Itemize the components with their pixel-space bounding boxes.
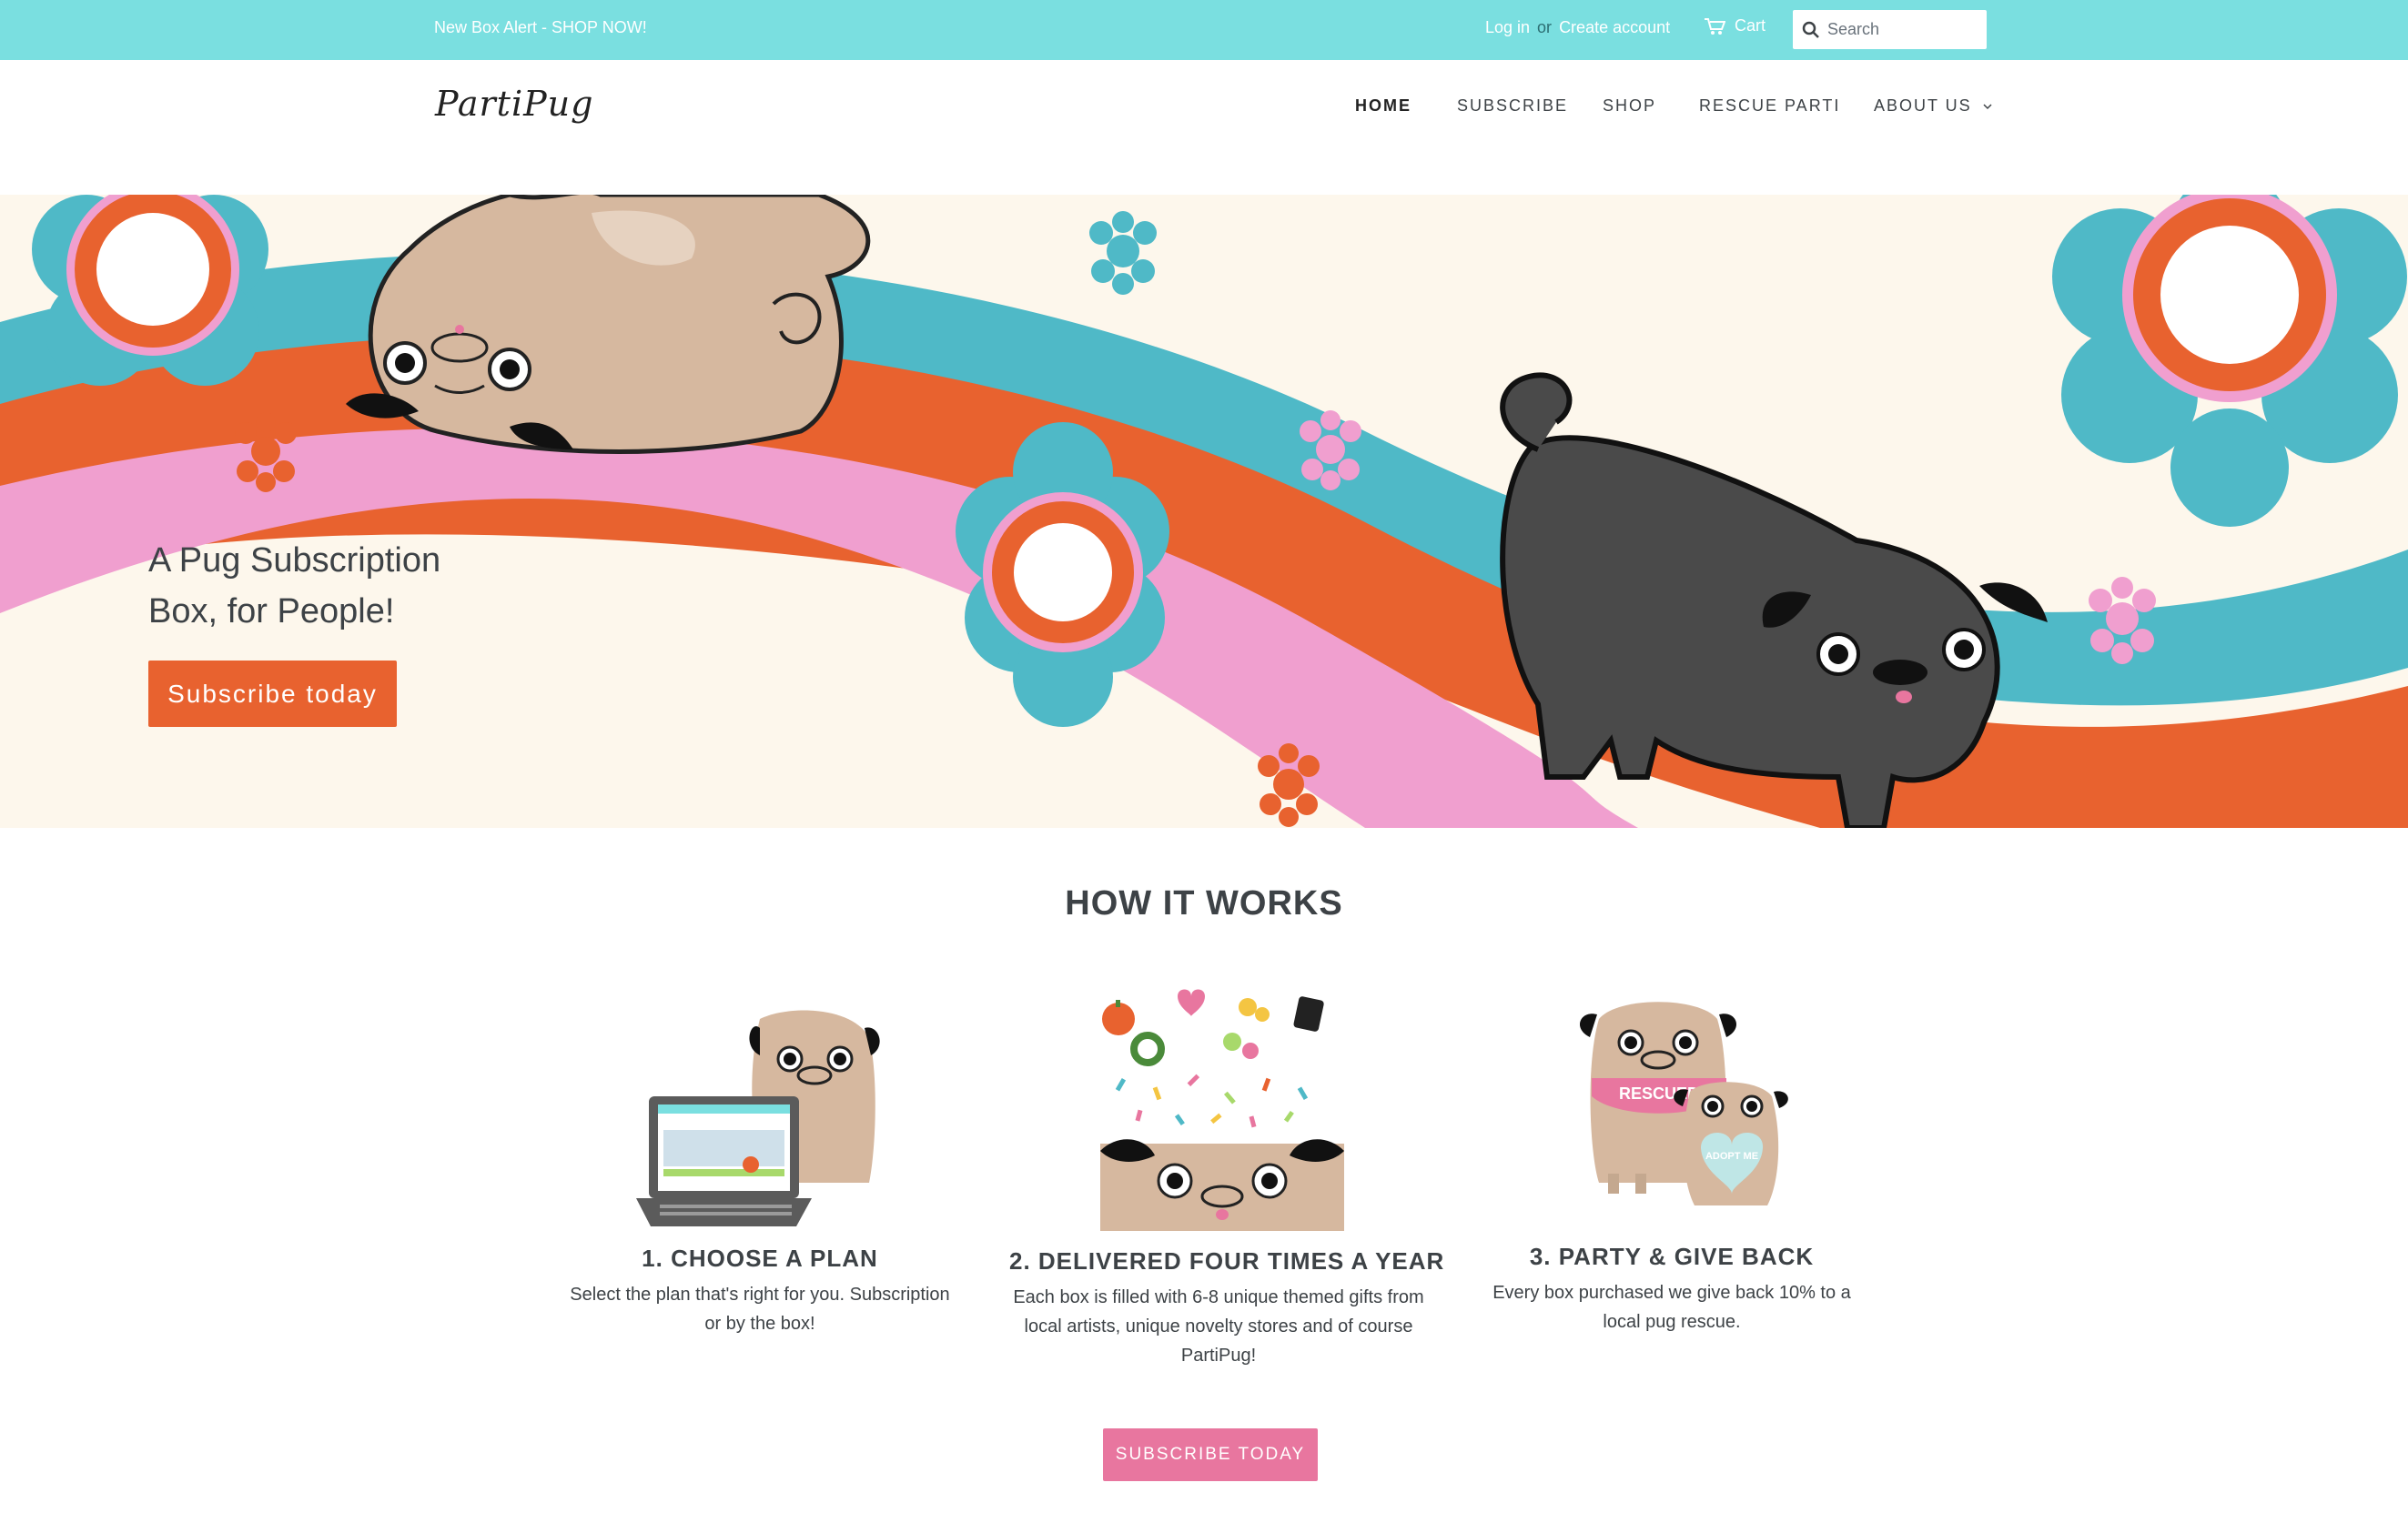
step-1-title: 1. CHOOSE A PLAN [642, 1245, 878, 1272]
step-party-give-back: RESCUED ADOPT ME 3. PARTY & GIVE BACK Ev… [1472, 992, 1872, 1336]
announcement-link[interactable]: New Box Alert - SHOP NOW! [434, 18, 647, 37]
subscribe-today-button[interactable]: Subscribe today [148, 661, 397, 727]
or-text: or [1537, 18, 1553, 36]
chevron-down-icon [1983, 104, 1992, 110]
search-icon[interactable] [1802, 21, 1820, 39]
step-delivered: 2. DELIVERED FOUR TIMES A YEAR Each box … [1009, 987, 1445, 1370]
main-nav: HOME SUBSCRIBE SHOP RESCUE PARTI ABOUT U… [0, 96, 2408, 133]
create-account-link[interactable]: Create account [1559, 18, 1670, 36]
nav-shop[interactable]: SHOP [1603, 96, 1656, 116]
step-choose-plan: 1. CHOOSE A PLAN Select the plan that's … [560, 1001, 960, 1338]
step-1-text: Select the plan that's right for you. Su… [570, 1285, 950, 1334]
nav-about-us[interactable]: ABOUT US [1874, 96, 1993, 116]
how-it-works-title: HOW IT WORKS [1065, 884, 1343, 923]
cart-link[interactable]: Cart [1704, 16, 1766, 35]
account-links: Log in or Create account [1485, 18, 1670, 37]
step-3-title: 3. PARTY & GIVE BACK [1529, 1243, 1815, 1270]
announcement-bar: New Box Alert - SHOP NOW! Log in or Create… [0, 0, 2408, 60]
fawn-pug-illustration [346, 195, 871, 454]
nav-subscribe[interactable]: SUBSCRIBE [1457, 96, 1568, 116]
site-header: PartiPug HOME SUBSCRIBE SHOP RESCUE PART… [0, 60, 2408, 195]
pug-gift-box-icon [1100, 989, 1344, 1231]
rescued-pugs-icon: RESCUED ADOPT ME [1579, 1002, 1788, 1205]
adopt-me-heart: ADOPT ME [1705, 1151, 1758, 1162]
small-flower-teal [1089, 211, 1157, 295]
step-2-text: Each box is filled with 6-8 unique theme… [1013, 1287, 1424, 1366]
hero-title: A Pug Subscription Box, for People! [148, 541, 441, 630]
nav-about-us-label: ABOUT US [1874, 96, 1972, 115]
cart-label: Cart [1735, 16, 1766, 35]
hero-illustration [0, 195, 2408, 828]
subscribe-today-cta-button[interactable]: SUBSCRIBE TODAY [1103, 1428, 1318, 1481]
step-3-text: Every box purchased we give back 10% to … [1492, 1283, 1851, 1332]
step-2-title: 2. DELIVERED FOUR TIMES A YEAR [1009, 1247, 1445, 1275]
rescued-badge: RESCUED [1619, 1084, 1699, 1103]
login-link[interactable]: Log in [1485, 18, 1530, 36]
search-box [1793, 10, 1987, 49]
cart-icon [1705, 17, 1725, 35]
hero-banner: A Pug Subscription Box, for People! Subs… [0, 195, 2408, 828]
pug-laptop-icon [636, 1010, 880, 1226]
search-input[interactable] [1827, 20, 1973, 39]
nav-home[interactable]: HOME [1355, 96, 1411, 116]
flower-top-right [2052, 195, 2407, 527]
nav-rescue-parti[interactable]: RESCUE PARTI [1699, 96, 1840, 116]
